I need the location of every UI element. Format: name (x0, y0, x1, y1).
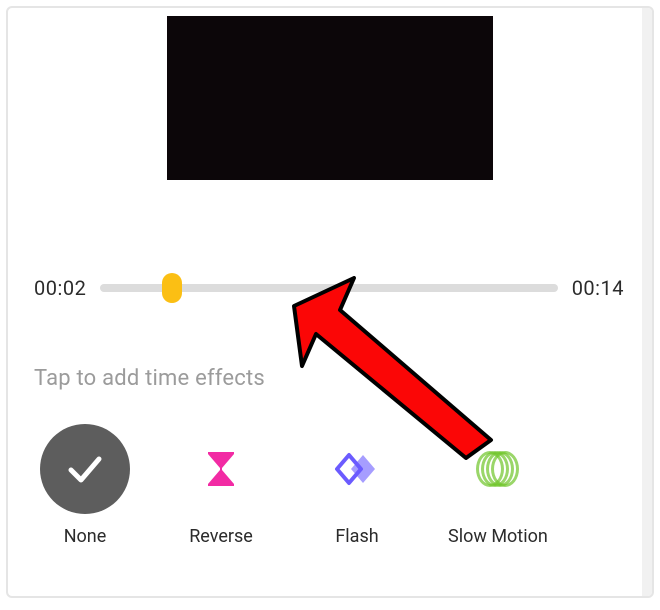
effect-slow-motion[interactable]: Slow Motion (448, 424, 548, 547)
scrollbar-edge (642, 8, 652, 596)
effect-flash[interactable]: Flash (312, 424, 402, 547)
diamonds-icon (333, 449, 381, 489)
video-preview[interactable] (167, 16, 493, 180)
hint-text: Tap to add time effects (34, 366, 265, 391)
effects-row: None Reverse Flash (40, 424, 548, 547)
timeline-handle[interactable] (162, 273, 182, 303)
checkmark-icon (63, 447, 107, 491)
timeline-track[interactable] (100, 284, 557, 292)
slow-motion-icon (476, 451, 520, 487)
effect-flash-label: Flash (335, 526, 378, 547)
effect-flash-circle (312, 424, 402, 514)
timeline-current-time: 00:02 (34, 276, 86, 300)
effect-reverse-circle (176, 424, 266, 514)
timeline: 00:02 00:14 (34, 270, 624, 306)
timeline-total-time: 00:14 (572, 276, 624, 300)
effects-panel: 00:02 00:14 Tap to add time effects None… (6, 6, 654, 598)
effect-slow-motion-label: Slow Motion (448, 526, 548, 547)
effect-none-circle (40, 424, 130, 514)
effect-reverse[interactable]: Reverse (176, 424, 266, 547)
effect-none[interactable]: None (40, 424, 130, 547)
effect-reverse-label: Reverse (189, 526, 253, 547)
hourglass-icon (203, 449, 239, 489)
effect-none-label: None (64, 526, 107, 547)
effect-slow-motion-circle (453, 424, 543, 514)
